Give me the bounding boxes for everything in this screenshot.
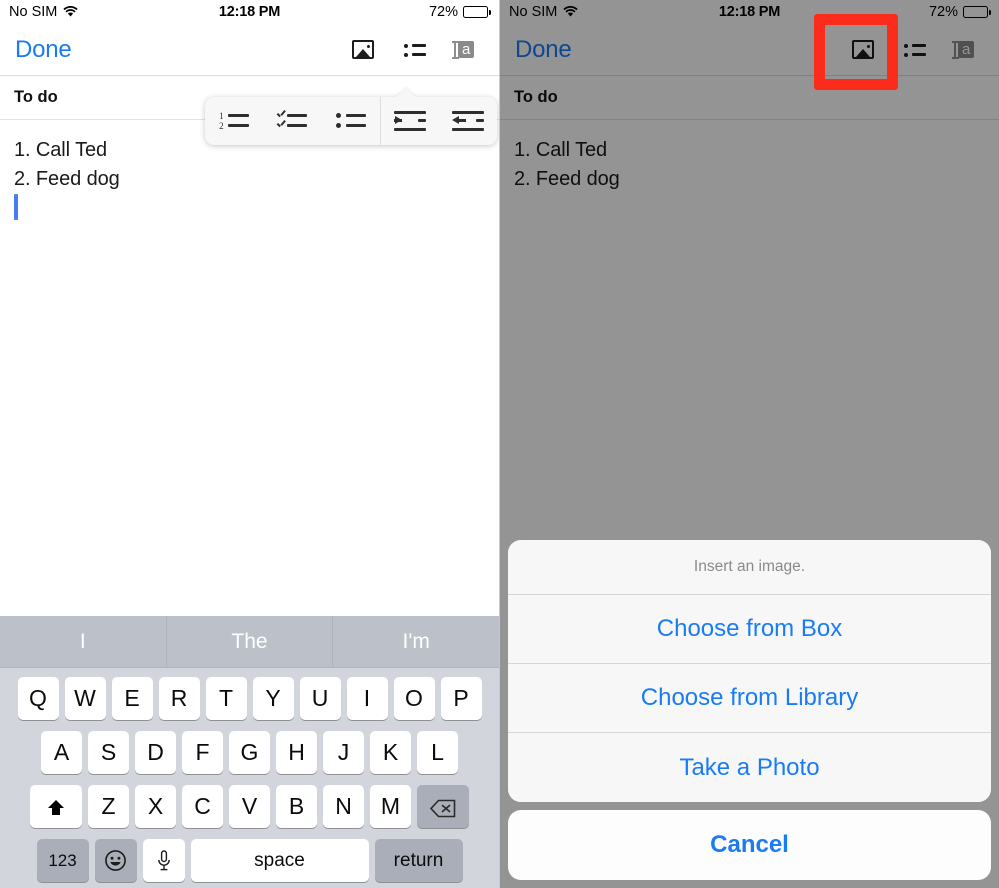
status-bar: No SIM 12:18 PM 72% — [0, 0, 499, 24]
list-format-button[interactable] — [401, 36, 429, 64]
key-o[interactable]: O — [393, 677, 435, 720]
list-format-popup: 1 2 — [205, 88, 497, 145]
numbers-key[interactable]: 123 — [36, 839, 89, 882]
battery-percent-label: 72% — [428, 4, 458, 20]
backspace-key[interactable] — [417, 785, 469, 828]
key-r[interactable]: R — [158, 677, 200, 720]
toolbar-tools: a — [349, 36, 489, 64]
key-t[interactable]: T — [205, 677, 247, 720]
key-i[interactable]: I — [346, 677, 388, 720]
editor-toolbar: Done a — [0, 24, 499, 76]
indent-button[interactable] — [381, 97, 439, 145]
key-e[interactable]: E — [111, 677, 153, 720]
predictive-text-bar: I The I'm — [0, 616, 499, 668]
key-h[interactable]: H — [276, 731, 317, 774]
key-m[interactable]: M — [370, 785, 411, 828]
outdent-button[interactable] — [439, 97, 497, 145]
key-s[interactable]: S — [88, 731, 129, 774]
key-u[interactable]: U — [299, 677, 341, 720]
key-x[interactable]: X — [135, 785, 176, 828]
text-cursor — [14, 194, 18, 220]
microphone-icon — [157, 849, 171, 872]
action-sheet-title: Insert an image. — [508, 540, 991, 595]
emoji-key[interactable] — [94, 839, 137, 882]
numbered-list-button[interactable]: 1 2 — [205, 97, 263, 145]
done-button[interactable]: Done — [15, 36, 72, 64]
key-a[interactable]: A — [41, 731, 82, 774]
space-key[interactable]: space — [190, 839, 369, 882]
keyboard-row-2: A S D F G H J K L — [3, 731, 496, 774]
list-format-icon — [404, 42, 426, 58]
key-w[interactable]: W — [64, 677, 106, 720]
key-f[interactable]: F — [182, 731, 223, 774]
shift-icon — [46, 797, 66, 817]
return-key[interactable]: return — [374, 839, 463, 882]
key-j[interactable]: J — [323, 731, 364, 774]
insert-image-button[interactable] — [349, 36, 377, 64]
key-c[interactable]: C — [182, 785, 223, 828]
text-format-button[interactable]: a — [451, 36, 481, 64]
key-p[interactable]: P — [440, 677, 482, 720]
key-v[interactable]: V — [229, 785, 270, 828]
outdent-icon — [451, 111, 484, 131]
checklist-button[interactable] — [263, 97, 321, 145]
text-format-icon: a — [451, 39, 480, 61]
keyboard-rows: Q W E R T Y U I O P A S D F G H J K L Z … — [0, 668, 499, 888]
emoji-icon — [104, 849, 127, 872]
bullet-list-button[interactable] — [321, 97, 379, 145]
key-l[interactable]: L — [417, 731, 458, 774]
numbered-list-icon: 1 2 — [219, 111, 250, 131]
action-sheet-options-group: Insert an image. Choose from Box Choose … — [508, 540, 991, 802]
prediction-candidate[interactable]: The — [167, 616, 334, 667]
battery-icon — [463, 6, 491, 18]
key-q[interactable]: Q — [17, 677, 59, 720]
key-y[interactable]: Y — [252, 677, 294, 720]
backspace-icon — [429, 797, 456, 818]
highlight-annotation-box — [814, 14, 898, 90]
key-g[interactable]: G — [229, 731, 270, 774]
take-a-photo-button[interactable]: Take a Photo — [508, 733, 991, 802]
right-panel-action-sheet: No SIM 12:18 PM 72% Done a To do 1. Call… — [499, 0, 999, 888]
checklist-icon — [277, 111, 308, 131]
cancel-button[interactable]: Cancel — [508, 810, 991, 880]
on-screen-keyboard: I The I'm Q W E R T Y U I O P A S D F G … — [0, 616, 499, 888]
document-line: 2. Feed dog — [14, 167, 120, 190]
key-z[interactable]: Z — [88, 785, 129, 828]
bullet-list-icon — [335, 111, 366, 131]
dictation-key[interactable] — [142, 839, 185, 882]
key-d[interactable]: D — [135, 731, 176, 774]
indent-icon — [393, 111, 426, 131]
keyboard-row-4: 123 space return — [3, 839, 496, 882]
status-bar-time: 12:18 PM — [218, 4, 281, 20]
choose-from-library-button[interactable]: Choose from Library — [508, 664, 991, 733]
insert-image-icon — [352, 40, 374, 59]
popup-arrow — [395, 88, 417, 98]
keyboard-row-1: Q W E R T Y U I O P — [3, 677, 496, 720]
key-n[interactable]: N — [323, 785, 364, 828]
key-b[interactable]: B — [276, 785, 317, 828]
dual-screenshot-comparison: No SIM 12:18 PM 72% Done a To do 1. Call… — [0, 0, 999, 888]
prediction-candidate[interactable]: I'm — [333, 616, 499, 667]
status-bar-right: 72% — [429, 4, 491, 20]
left-panel-editor: No SIM 12:18 PM 72% Done a To do 1. Call… — [0, 0, 499, 888]
key-k[interactable]: K — [370, 731, 411, 774]
keyboard-row-3: Z X C V B N M — [3, 785, 496, 828]
insert-image-action-sheet: Insert an image. Choose from Box Choose … — [508, 540, 991, 880]
prediction-candidate[interactable]: I — [0, 616, 167, 667]
shift-key[interactable] — [30, 785, 82, 828]
choose-from-box-button[interactable]: Choose from Box — [508, 595, 991, 664]
